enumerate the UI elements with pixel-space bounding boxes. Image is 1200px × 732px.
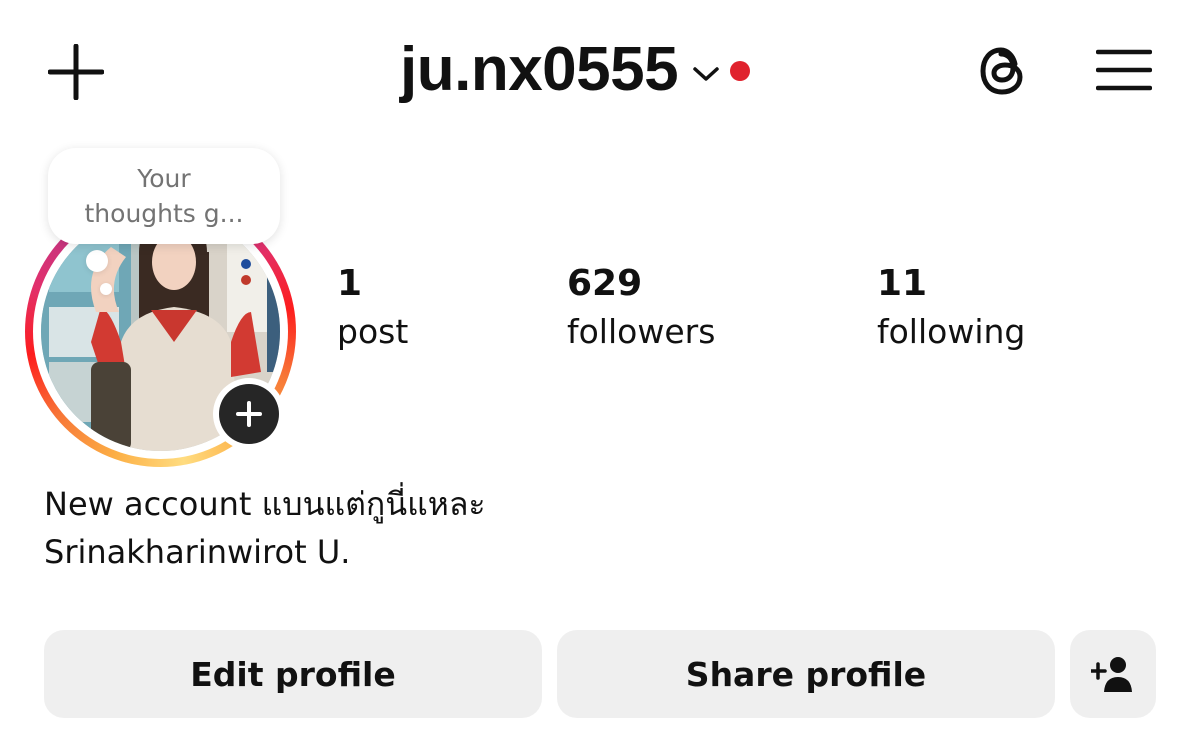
stat-label: followers — [567, 312, 716, 351]
stat-label: post — [337, 312, 409, 351]
add-story-button[interactable] — [213, 378, 285, 450]
stat-value: 629 — [567, 263, 643, 304]
bio-line: New account แบนแต่กูนี่แหละ — [44, 485, 486, 523]
stat-value: 1 — [337, 263, 363, 304]
note-bubble-tail — [100, 283, 112, 295]
profile-page: ju.nx0555 Your thoughts g... 1 post 629 … — [0, 0, 1200, 732]
add-person-icon — [1091, 657, 1132, 692]
stat-followers[interactable]: 629 followers — [567, 262, 715, 356]
discover-people-button[interactable] — [1070, 630, 1156, 718]
edit-profile-button[interactable]: Edit profile — [44, 630, 542, 718]
notification-dot — [730, 61, 751, 81]
note-placeholder: Your thoughts g... — [84, 164, 244, 228]
stat-value: 11 — [877, 263, 928, 304]
threads-icon[interactable] — [974, 42, 1032, 100]
stat-following[interactable]: 11 following — [877, 262, 1025, 356]
bio: New account แบนแต่กูนี่แหละ Srinakharinw… — [44, 480, 486, 576]
bio-line: Srinakharinwirot U. — [44, 533, 351, 571]
share-profile-button[interactable]: Share profile — [557, 630, 1055, 718]
note-bubble[interactable]: Your thoughts g... — [48, 148, 280, 244]
stat-posts[interactable]: 1 post — [337, 262, 408, 356]
plus-icon[interactable] — [48, 44, 104, 100]
username: ju.nx0555 — [400, 35, 679, 104]
plus-icon — [219, 384, 279, 444]
stat-label: following — [877, 312, 1026, 351]
menu-icon[interactable] — [1096, 48, 1152, 92]
chevron-down-icon — [693, 67, 719, 81]
account-switcher[interactable]: ju.nx0555 — [400, 30, 751, 110]
note-bubble-tail — [86, 250, 108, 272]
